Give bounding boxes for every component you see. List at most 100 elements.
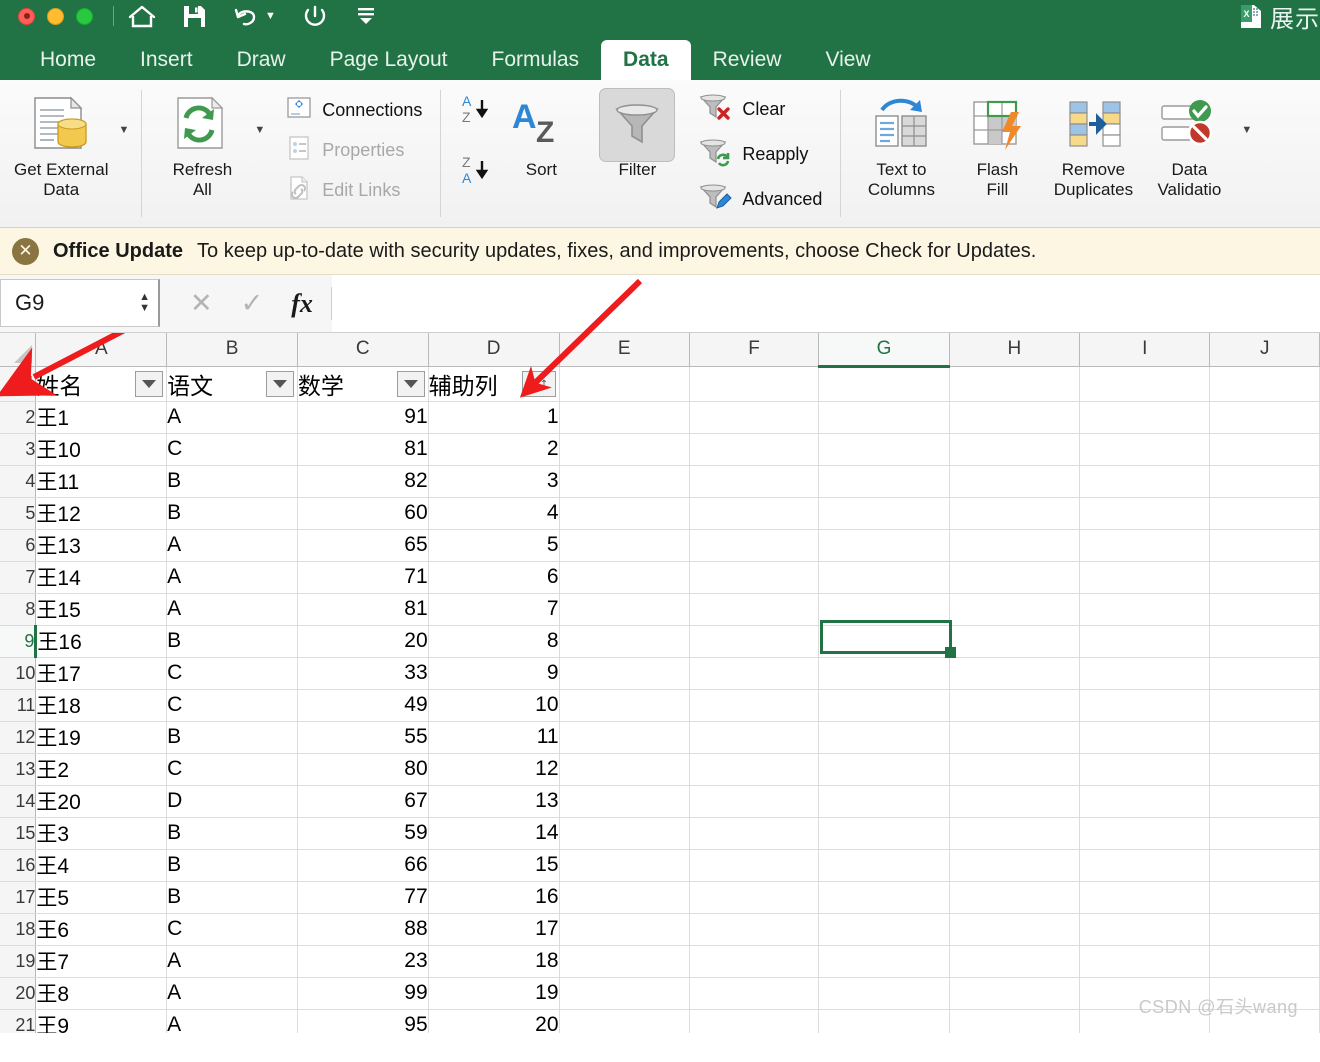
maximize-window-button[interactable] xyxy=(76,7,93,25)
cell-F3[interactable] xyxy=(689,433,820,466)
cell-J3[interactable] xyxy=(1209,433,1320,466)
cell-A2[interactable]: 王1 xyxy=(35,401,168,434)
cell-A8[interactable]: 王15 xyxy=(35,593,168,626)
tab-draw[interactable]: Draw xyxy=(215,40,308,80)
filter-button[interactable]: Filter xyxy=(589,86,685,184)
cell-C9[interactable]: 20 xyxy=(297,625,429,658)
cell-C20[interactable]: 99 xyxy=(297,977,429,1010)
cell-A13[interactable]: 王2 xyxy=(35,753,168,786)
cell-F12[interactable] xyxy=(689,721,820,754)
cell-E9[interactable] xyxy=(559,625,690,658)
filter-dropdown-a[interactable] xyxy=(135,370,164,397)
cell-I6[interactable] xyxy=(1079,529,1211,562)
cell-B16[interactable]: B xyxy=(166,849,298,882)
minimize-window-button[interactable] xyxy=(47,7,64,25)
save-icon[interactable] xyxy=(182,4,207,29)
cell-H14[interactable] xyxy=(949,785,1081,818)
cell-J12[interactable] xyxy=(1209,721,1320,754)
cell-I5[interactable] xyxy=(1079,497,1211,530)
row-header-15[interactable]: 15 xyxy=(0,817,37,850)
cell-C18[interactable]: 88 xyxy=(297,913,429,946)
cell-A11[interactable]: 王18 xyxy=(35,689,168,722)
row-header-4[interactable]: 4 xyxy=(0,465,37,498)
cell-A4[interactable]: 王11 xyxy=(35,465,168,498)
cell-J4[interactable] xyxy=(1209,465,1320,498)
cell-G11[interactable] xyxy=(818,689,950,722)
cell-I20[interactable] xyxy=(1079,977,1211,1010)
cell-B11[interactable]: C xyxy=(166,689,298,722)
cell-I10[interactable] xyxy=(1079,657,1211,690)
cell-D3[interactable]: 2 xyxy=(428,433,560,466)
cell-D18[interactable]: 17 xyxy=(428,913,560,946)
cell-F8[interactable] xyxy=(689,593,820,626)
cell-C4[interactable]: 82 xyxy=(297,465,429,498)
cell-B10[interactable]: C xyxy=(166,657,298,690)
sort-ascending-button[interactable]: AZ xyxy=(459,92,489,131)
filter-toggle-frame[interactable] xyxy=(599,88,676,162)
row-header-3[interactable]: 3 xyxy=(0,433,37,466)
cell-J20[interactable] xyxy=(1209,977,1320,1010)
column-header-g[interactable]: G xyxy=(818,333,950,368)
cell-C14[interactable]: 67 xyxy=(297,785,429,818)
cell-B6[interactable]: A xyxy=(166,529,298,562)
cell-E12[interactable] xyxy=(559,721,690,754)
cell-D20[interactable]: 19 xyxy=(428,977,560,1010)
cell-H19[interactable] xyxy=(949,945,1081,978)
cell-D15[interactable]: 14 xyxy=(428,817,560,850)
row-header-9[interactable]: 9 xyxy=(0,625,38,658)
row-header-7[interactable]: 7 xyxy=(0,561,37,594)
cell-A6[interactable]: 王13 xyxy=(35,529,168,562)
cell-C16[interactable]: 66 xyxy=(297,849,429,882)
cell-I15[interactable] xyxy=(1079,817,1211,850)
row-header-14[interactable]: 14 xyxy=(0,785,37,818)
cell-D9[interactable]: 8 xyxy=(428,625,560,658)
tab-data[interactable]: Data xyxy=(601,40,691,80)
cell-J9[interactable] xyxy=(1209,625,1320,658)
cell-B21[interactable]: A xyxy=(166,1009,298,1033)
cell-J15[interactable] xyxy=(1209,817,1320,850)
cell-B2[interactable]: A xyxy=(166,401,298,434)
cell-F10[interactable] xyxy=(689,657,820,690)
column-header-a[interactable]: A xyxy=(35,333,168,367)
cell-G4[interactable] xyxy=(818,465,950,498)
formula-input[interactable] xyxy=(331,275,1320,332)
cell-B1[interactable]: 语文 xyxy=(166,366,298,402)
row-header-19[interactable]: 19 xyxy=(0,945,37,978)
refresh-all-caret-icon[interactable]: ▼ xyxy=(254,124,265,136)
cell-D8[interactable]: 7 xyxy=(428,593,560,626)
cell-C17[interactable]: 77 xyxy=(297,881,429,914)
cell-F9[interactable] xyxy=(689,625,820,658)
reapply-filter-button[interactable]: Reapply xyxy=(693,135,828,174)
row-header-10[interactable]: 10 xyxy=(0,657,37,690)
cell-D4[interactable]: 3 xyxy=(428,465,560,498)
row-header-20[interactable]: 20 xyxy=(0,977,37,1010)
cell-I11[interactable] xyxy=(1079,689,1211,722)
cell-G9[interactable] xyxy=(818,625,950,658)
cell-I14[interactable] xyxy=(1079,785,1211,818)
confirm-icon[interactable]: ✓ xyxy=(241,288,264,319)
cell-C11[interactable]: 49 xyxy=(297,689,429,722)
refresh-all-button[interactable]: Refresh All xyxy=(154,86,250,203)
cell-E5[interactable] xyxy=(559,497,690,530)
cell-J21[interactable] xyxy=(1209,1009,1320,1033)
cell-B3[interactable]: C xyxy=(166,433,298,466)
cell-I17[interactable] xyxy=(1079,881,1211,914)
cell-H6[interactable] xyxy=(949,529,1081,562)
cell-F7[interactable] xyxy=(689,561,820,594)
cell-D7[interactable]: 6 xyxy=(428,561,560,594)
cell-I12[interactable] xyxy=(1079,721,1211,754)
cell-F20[interactable] xyxy=(689,977,820,1010)
cell-H15[interactable] xyxy=(949,817,1081,850)
column-header-i[interactable]: I xyxy=(1079,333,1211,367)
remove-duplicates-button[interactable]: Remove Duplicates xyxy=(1045,86,1141,203)
cell-I19[interactable] xyxy=(1079,945,1211,978)
row-header-18[interactable]: 18 xyxy=(0,913,37,946)
cell-E21[interactable] xyxy=(559,1009,690,1033)
cell-J19[interactable] xyxy=(1209,945,1320,978)
cell-G16[interactable] xyxy=(818,849,950,882)
cell-A20[interactable]: 王8 xyxy=(35,977,168,1010)
row-header-6[interactable]: 6 xyxy=(0,529,37,562)
cell-J5[interactable] xyxy=(1209,497,1320,530)
cell-H3[interactable] xyxy=(949,433,1081,466)
cell-F16[interactable] xyxy=(689,849,820,882)
